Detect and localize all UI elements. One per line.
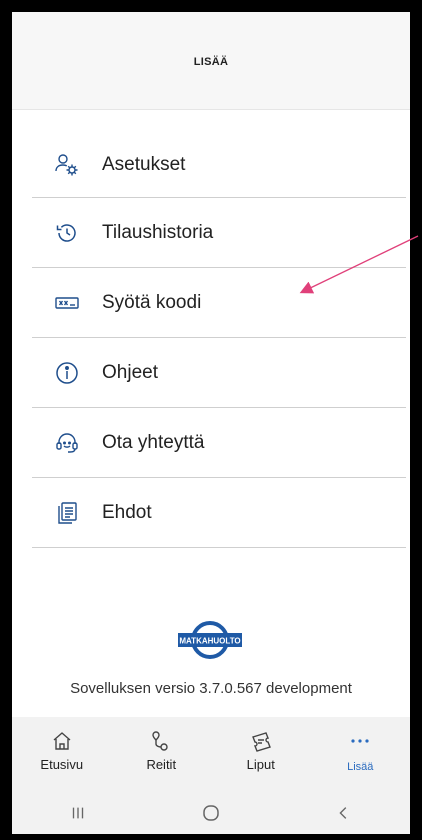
recent-apps-icon [73, 807, 84, 818]
tab-label: Etusivu [40, 757, 84, 772]
recent-apps-button[interactable] [48, 798, 108, 828]
menu-item-syota-koodi[interactable]: Syötä koodi [32, 268, 406, 338]
home-icon [51, 727, 73, 755]
menu-item-label: Asetukset [102, 153, 186, 175]
tab-etusivu[interactable]: Etusivu [17, 727, 107, 772]
more-menu: Asetukset Tilaushistoria Syötä koodi Ohj… [32, 132, 406, 548]
back-chevron-icon [339, 806, 346, 819]
menu-item-tilaushistoria[interactable]: Tilaushistoria [32, 198, 406, 268]
system-nav-bar [12, 791, 410, 834]
device-frame: LISÄÄ Asetukset Tilaushistoria Syötä koo… [0, 0, 422, 840]
menu-item-asetukset[interactable]: Asetukset [32, 132, 406, 198]
documents-icon [52, 498, 82, 528]
ticket-icon [250, 727, 272, 755]
tab-label: Liput [246, 757, 275, 772]
tab-reitit[interactable]: Reitit [116, 727, 206, 772]
menu-item-label: Ehdot [102, 501, 152, 523]
app-version: Sovelluksen versio 3.7.0.567 development [70, 680, 352, 697]
info-icon [52, 358, 82, 388]
home-circle-icon [203, 804, 219, 821]
menu-item-ohjeet[interactable]: Ohjeet [32, 338, 406, 408]
bottom-tab-bar: Etusivu Reitit Liput Lisää [12, 717, 410, 791]
tab-label: Lisää [347, 761, 374, 773]
menu-item-ota-yhteytta[interactable]: Ota yhteyttä [32, 408, 406, 478]
back-button[interactable] [314, 798, 374, 828]
app-screen: LISÄÄ Asetukset Tilaushistoria Syötä koo… [12, 12, 410, 834]
tab-liput[interactable]: Liput [216, 727, 306, 772]
support-headset-icon [52, 428, 82, 458]
matkahuolto-logo: MATKAHUOLTO [174, 620, 246, 660]
tab-lisaa[interactable]: Lisää [315, 727, 405, 773]
more-dots-icon [349, 727, 371, 755]
tab-label: Reitit [146, 757, 177, 772]
menu-item-ehdot[interactable]: Ehdot [32, 478, 406, 548]
page-header: LISÄÄ [12, 12, 410, 110]
menu-item-label: Ohjeet [102, 361, 158, 383]
history-icon [52, 218, 82, 248]
home-button[interactable] [181, 798, 241, 828]
route-pin-icon [150, 727, 172, 755]
page-title: LISÄÄ [193, 55, 229, 68]
code-input-icon [52, 288, 82, 318]
menu-item-label: Tilaushistoria [102, 221, 214, 243]
menu-item-label: Syötä koodi [102, 291, 202, 313]
settings-user-icon [52, 150, 82, 180]
logo-text: MATKAHUOLTO [179, 637, 240, 646]
menu-item-label: Ota yhteyttä [102, 431, 205, 453]
